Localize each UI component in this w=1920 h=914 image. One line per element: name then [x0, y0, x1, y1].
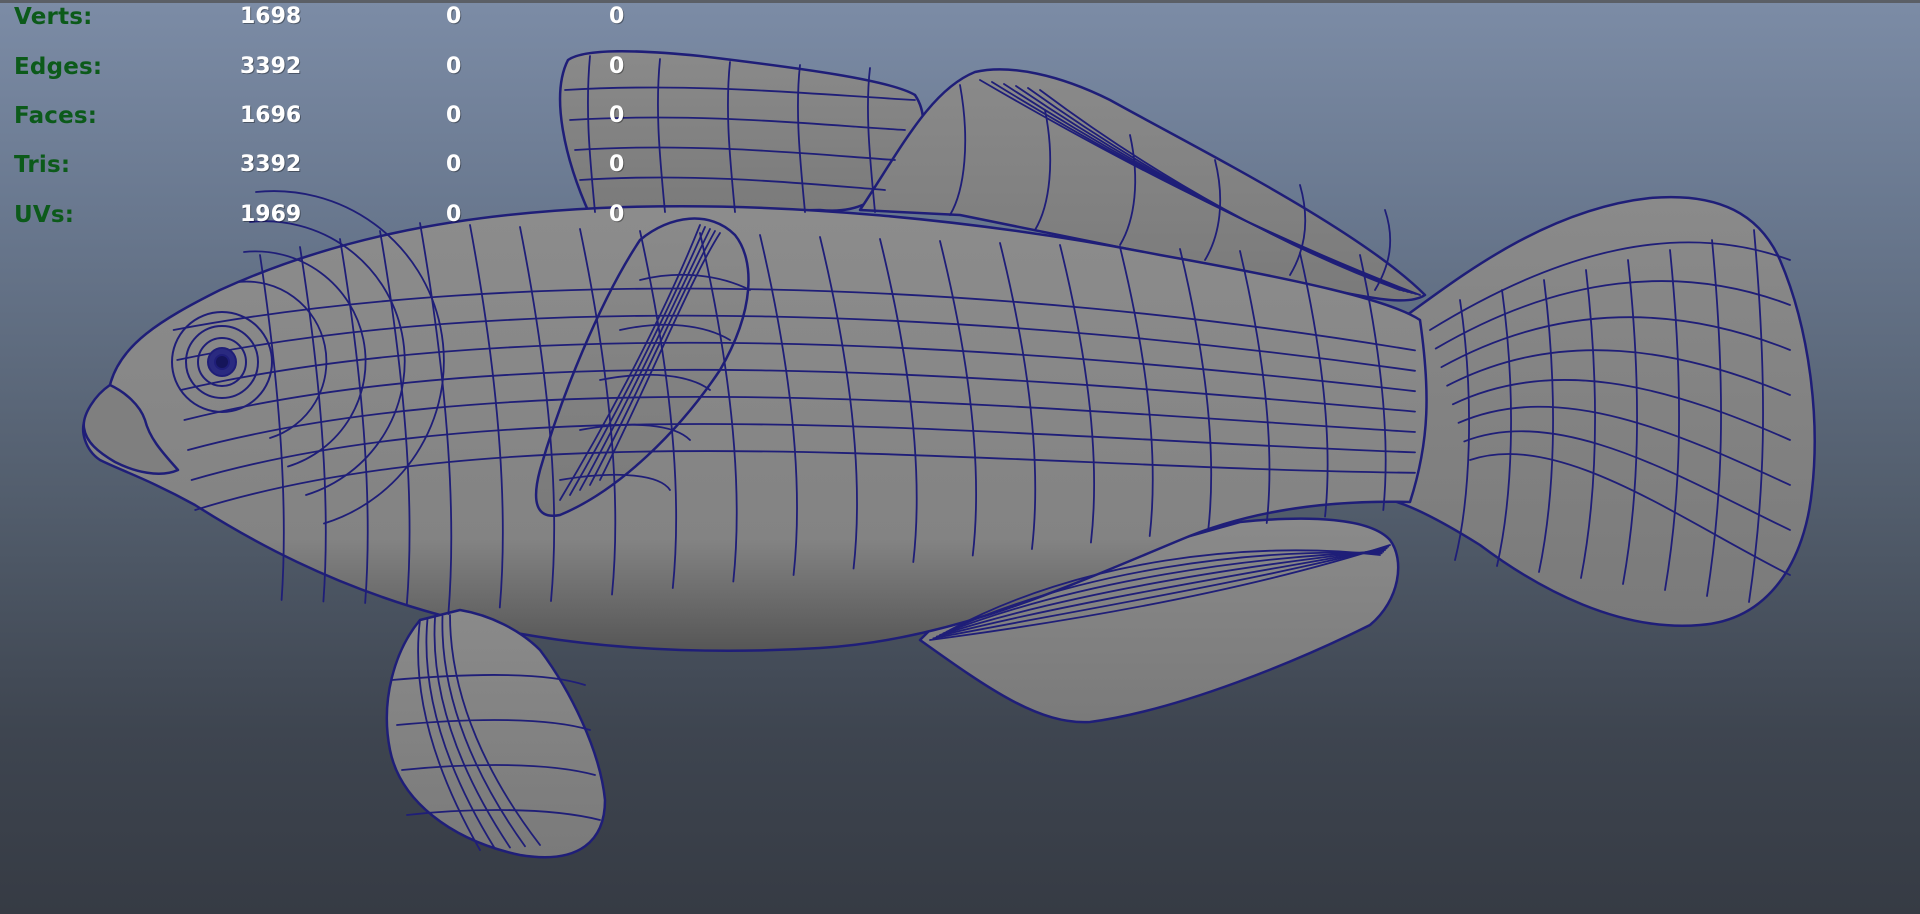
hud-row-uvs: UVs: 1969 0 0: [0, 202, 660, 232]
hud-label: Edges:: [14, 54, 103, 80]
hud-row-verts: Verts: 1698 0 0: [0, 4, 660, 34]
hud-value: 0: [609, 54, 625, 79]
hud-value: 0: [446, 202, 462, 227]
hud-row-faces: Faces: 1696 0 0: [0, 103, 660, 133]
hud-row-edges: Edges: 3392 0 0: [0, 54, 660, 84]
hud-label: UVs:: [14, 202, 75, 228]
hud-value: 1969: [240, 202, 302, 227]
poly-count-hud: Verts: 1698 0 0 Edges: 3392 0 0 Faces: 1…: [0, 0, 660, 240]
hud-value: 0: [446, 103, 462, 128]
hud-row-tris: Tris: 3392 0 0: [0, 152, 660, 182]
hud-label: Tris:: [14, 152, 71, 178]
hud-value: 3392: [240, 54, 302, 79]
hud-value: 3392: [240, 152, 302, 177]
caudal-fin: [1388, 195, 1816, 627]
hud-label: Verts:: [14, 4, 93, 30]
hud-value: 0: [446, 152, 462, 177]
pelvic-fin: [385, 608, 607, 859]
hud-value: 0: [446, 54, 462, 79]
hud-value: 0: [446, 4, 462, 29]
maya-viewport[interactable]: Verts: 1698 0 0 Edges: 3392 0 0 Faces: 1…: [0, 0, 1920, 914]
fish-eye-icon: [171, 311, 273, 413]
hud-value: 0: [609, 152, 625, 177]
hud-label: Faces:: [14, 103, 98, 129]
hud-value: 1698: [240, 4, 302, 29]
hud-value: 0: [609, 4, 625, 29]
hud-value: 0: [609, 202, 625, 227]
hud-value: 0: [609, 103, 625, 128]
hud-value: 1696: [240, 103, 302, 128]
